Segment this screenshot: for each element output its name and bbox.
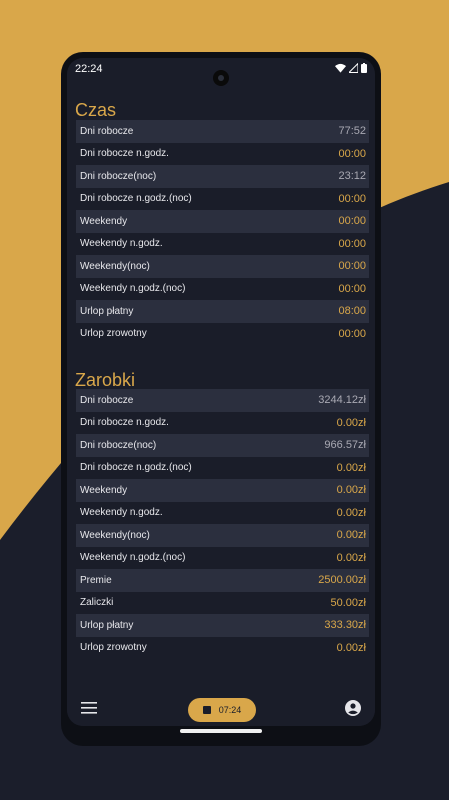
row-label: Urlop zrowotny (80, 642, 147, 654)
row-label: Weekendy n.godz. (80, 507, 163, 519)
row-value: 0.00zł (336, 484, 366, 497)
row-value: 00:00 (338, 237, 366, 250)
zarobki-list: Dni robocze 3244.12zł Dni robocze n.godz.… (76, 389, 369, 659)
row-label: Weekendy n.godz. (80, 238, 163, 250)
row-label: Weekendy(noc) (80, 529, 150, 541)
czas-row: Dni robocze n.godz. 00:00 (76, 143, 369, 166)
row-value: 77:52 (338, 125, 366, 138)
row-label: Dni robocze(noc) (80, 439, 157, 451)
zarobki-row: Premie 2500.00zł (76, 569, 369, 592)
timer-elapsed: 07:24 (218, 705, 242, 715)
row-value: 2500.00zł (318, 574, 366, 587)
section-title-zarobki: Zarobki (75, 370, 136, 390)
app-screen: 22:24 Czas Dni robocze 77:52 Dni robocze … (67, 58, 375, 726)
status-icons (332, 63, 367, 75)
czas-list: Dni robocze 77:52 Dni robocze n.godz. 00:0… (76, 120, 369, 345)
row-value: 333.30zł (324, 619, 366, 632)
row-label: Premie (80, 574, 112, 586)
row-value: 0.00zł (336, 529, 366, 542)
zarobki-row: Urlop płatny 333.30zł (76, 614, 369, 637)
row-value: 966.57zł (324, 439, 366, 452)
stop-icon (202, 706, 211, 714)
row-value: 08:00 (338, 305, 366, 318)
row-label: Weekendy n.godz.(noc) (80, 552, 186, 564)
row-value: 0.00zł (336, 416, 366, 429)
row-value: 00:00 (338, 147, 366, 160)
czas-row: Weekendy(noc) 00:00 (76, 255, 369, 278)
row-label: Urlop zrowotny (80, 328, 147, 340)
czas-row: Dni robocze 77:52 (76, 120, 369, 143)
phone-frame: 22:24 Czas Dni robocze 77:52 Dni robocze … (61, 52, 381, 746)
row-label: Dni robocze n.godz.(noc) (80, 193, 192, 205)
czas-row: Urlop płatny 08:00 (76, 300, 369, 323)
zarobki-row: Dni robocze(noc) 966.57zł (76, 434, 369, 457)
zarobki-row: Urlop zrowotny 0.00zł (76, 637, 369, 660)
row-label: Weekendy(noc) (80, 260, 150, 272)
signal-icon (349, 63, 358, 73)
row-label: Weekendy (80, 215, 128, 227)
zarobki-row: Weekendy(noc) 0.00zł (76, 524, 369, 547)
zarobki-row: Dni robocze 3244.12zł (76, 389, 369, 412)
timer-stop-button[interactable]: 07:24 (188, 698, 256, 722)
front-camera (213, 70, 229, 86)
row-value: 0.00zł (336, 641, 366, 654)
row-value: 00:00 (338, 192, 366, 205)
row-label: Dni robocze (80, 394, 134, 406)
row-value: 0.00zł (336, 551, 366, 564)
home-indicator[interactable] (180, 729, 262, 733)
czas-row: Weekendy n.godz. 00:00 (76, 233, 369, 256)
menu-icon[interactable] (81, 702, 97, 714)
row-value: 3244.12zł (318, 394, 366, 407)
bottom-app-bar: 07:24 (67, 692, 375, 726)
row-label: Dni robocze n.godz. (80, 148, 169, 160)
row-value: 00:00 (338, 215, 366, 228)
wifi-icon (335, 63, 346, 73)
row-label: Dni robocze n.godz.(noc) (80, 462, 192, 474)
czas-row: Dni robocze n.godz.(noc) 00:00 (76, 188, 369, 211)
row-label: Urlop płatny (80, 305, 134, 317)
row-value: 0.00zł (336, 506, 366, 519)
row-label: Urlop płatny (80, 619, 134, 631)
zarobki-row: Weekendy n.godz. 0.00zł (76, 502, 369, 525)
row-label: Weekendy (80, 484, 128, 496)
row-value: 23:12 (338, 170, 366, 183)
zarobki-row: Dni robocze n.godz.(noc) 0.00zł (76, 457, 369, 480)
section-title-czas: Czas (75, 100, 117, 120)
zarobki-row: Dni robocze n.godz. 0.00zł (76, 412, 369, 435)
row-label: Dni robocze n.godz. (80, 417, 169, 429)
czas-row: Weekendy n.godz.(noc) 00:00 (76, 278, 369, 301)
zarobki-row: Zaliczki 50.00zł (76, 592, 369, 615)
battery-icon (361, 63, 367, 73)
account-circle-icon[interactable] (345, 700, 361, 716)
row-label: Weekendy n.godz.(noc) (80, 283, 186, 295)
status-bar: 22:24 (67, 58, 375, 86)
status-time: 22:24 (75, 63, 103, 75)
row-value: 00:00 (338, 282, 366, 295)
row-value: 0.00zł (336, 461, 366, 474)
row-label: Dni robocze(noc) (80, 170, 157, 182)
row-label: Zaliczki (80, 597, 114, 609)
row-value: 00:00 (338, 327, 366, 340)
zarobki-row: Weekendy n.godz.(noc) 0.00zł (76, 547, 369, 570)
row-label: Dni robocze (80, 125, 134, 137)
czas-row: Dni robocze(noc) 23:12 (76, 165, 369, 188)
zarobki-row: Weekendy 0.00zł (76, 479, 369, 502)
row-value: 50.00zł (330, 596, 366, 609)
czas-row: Weekendy 00:00 (76, 210, 369, 233)
row-value: 00:00 (338, 260, 366, 273)
czas-row: Urlop zrowotny 00:00 (76, 323, 369, 346)
